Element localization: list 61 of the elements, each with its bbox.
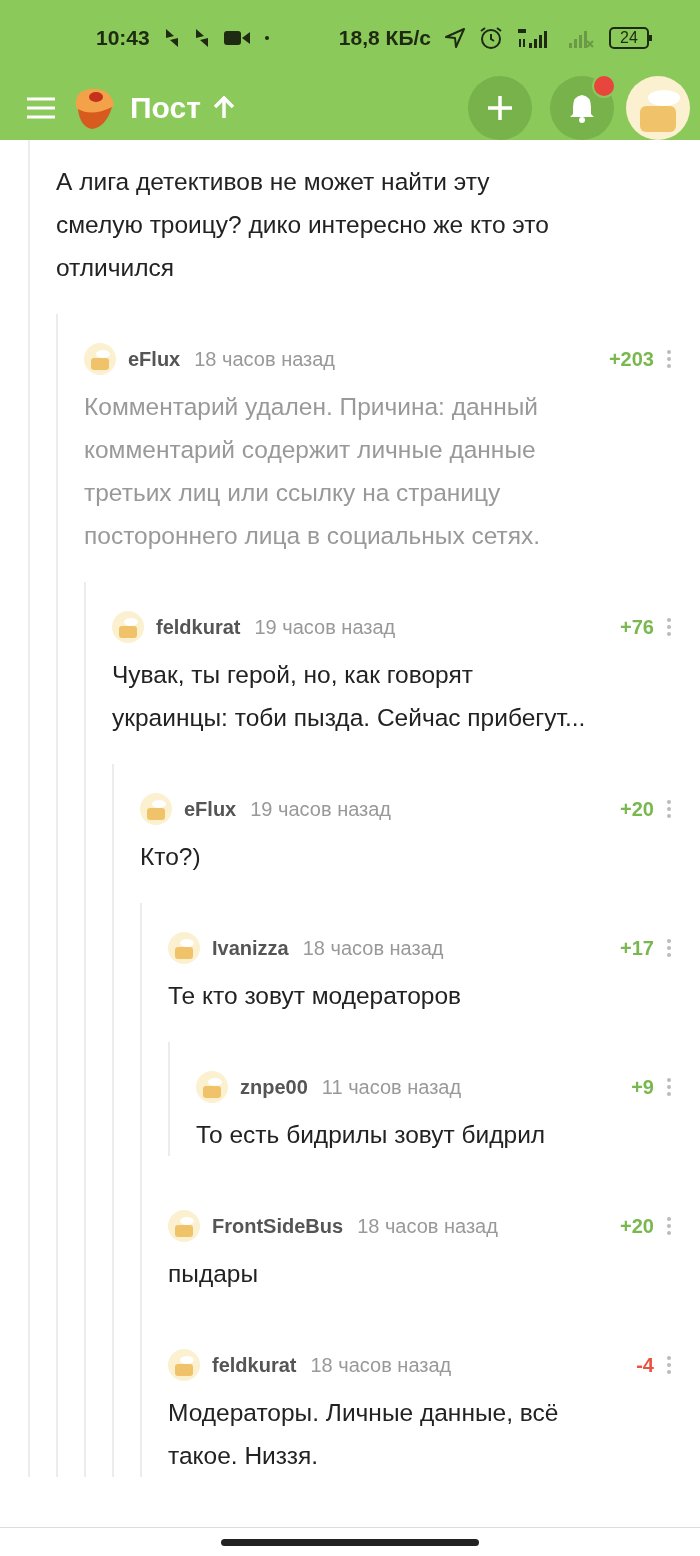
menu-icon[interactable]	[26, 96, 56, 120]
author-name[interactable]: feldkurat	[212, 1353, 297, 1377]
home-indicator[interactable]	[221, 1538, 479, 1546]
dot-icon	[263, 35, 270, 41]
user-avatar[interactable]	[168, 932, 200, 964]
battery-tip-icon	[649, 35, 652, 41]
more-icon[interactable]	[666, 1216, 672, 1236]
user-avatar[interactable]	[140, 793, 172, 825]
author-name[interactable]: Ivanizza	[212, 936, 289, 960]
more-icon[interactable]	[666, 1077, 672, 1097]
more-icon[interactable]	[666, 617, 672, 637]
author-name[interactable]: feldkurat	[156, 615, 241, 639]
comment-rating: +20	[620, 797, 654, 821]
user-avatar[interactable]	[196, 1071, 228, 1103]
author-name[interactable]: eFlux	[128, 347, 181, 371]
comment-rating: -4	[636, 1353, 654, 1377]
more-icon[interactable]	[666, 349, 672, 369]
video-camera-icon	[223, 30, 250, 46]
user-avatar[interactable]	[112, 611, 144, 643]
comment-text: Комментарий удален. Причина: данный комментарий содержит личные данные третьих лиц или ссылку на страницу постороннего лица в социальных сетях.	[84, 392, 542, 551]
comment-text: пыдары	[168, 1259, 260, 1289]
arrow-up-icon[interactable]	[212, 96, 235, 120]
user-avatar[interactable]	[168, 1349, 200, 1381]
comment-time: 18 часов назад	[194, 347, 336, 371]
more-icon[interactable]	[666, 799, 672, 819]
comment-text: То есть бидрилы зовут бидрил	[196, 1120, 547, 1150]
comment-time: 19 часов назад	[250, 797, 392, 821]
user-avatar[interactable]	[84, 343, 116, 375]
profile-avatar[interactable]	[626, 76, 690, 140]
plus-icon	[486, 94, 514, 122]
author-name[interactable]: znpe00	[240, 1075, 308, 1099]
author-name[interactable]: FrontSideBus	[212, 1214, 344, 1238]
status-time: 10:43	[96, 26, 150, 50]
comment-rating: +9	[631, 1075, 654, 1099]
comment-time: 18 часов назад	[357, 1214, 498, 1238]
app-notification-icon	[193, 27, 210, 49]
location-arrow-icon	[445, 28, 465, 48]
comment-text: Те кто зовут модераторов	[168, 981, 463, 1011]
comment-rating: +17	[620, 936, 654, 960]
bell-icon	[568, 93, 596, 123]
author-name[interactable]: eFlux	[184, 797, 237, 821]
comment-text: Кто?)	[140, 842, 202, 872]
comment-time: 18 часов назад	[310, 1353, 452, 1377]
comment-time: 11 часов назад	[321, 1075, 462, 1099]
alarm-clock-icon	[479, 26, 503, 50]
comment-text: А лига детективов не может найти эту смелую троицу? дико интересно же кто это отличился	[56, 167, 550, 283]
comment-rating: +203	[608, 347, 654, 371]
comment-rating: +20	[620, 1214, 654, 1238]
page-title: Пост	[130, 91, 201, 125]
comment-time: 18 часов назад	[302, 936, 444, 960]
user-avatar[interactable]	[168, 1210, 200, 1242]
battery-level: 24	[609, 27, 649, 49]
more-icon[interactable]	[666, 938, 672, 958]
comment-text: Модераторы. Личные данные, всё такое. Низзя.	[168, 1398, 560, 1471]
comment-rating: +76	[620, 615, 654, 639]
more-icon[interactable]	[666, 1355, 672, 1375]
notifications-button[interactable]	[550, 76, 614, 140]
network-speed: 18,8 КБ/с	[338, 26, 431, 50]
app-notification-icon	[163, 27, 180, 49]
comment-text: Чувак, ты герой, но, как говорят украинцы: тоби пызда. Сейчас прибегут...	[112, 660, 587, 733]
comment-time: 19 часов назад	[254, 615, 396, 639]
